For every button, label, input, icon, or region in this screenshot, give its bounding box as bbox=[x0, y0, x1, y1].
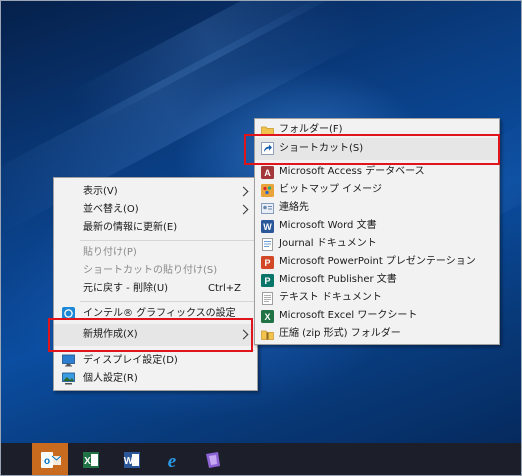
taskbar: o X W e bbox=[0, 443, 522, 476]
taskbar-edge[interactable]: e bbox=[153, 443, 189, 476]
menu-separator bbox=[80, 301, 255, 302]
chevron-right-icon bbox=[238, 186, 249, 197]
menu-item-label: ディスプレイ設定(D) bbox=[83, 355, 178, 366]
submenu-item-access[interactable]: A Microsoft Access データベース bbox=[255, 163, 499, 181]
submenu-item-powerpoint[interactable]: P Microsoft PowerPoint プレゼンテーション bbox=[255, 253, 499, 271]
excel-icon: X bbox=[261, 310, 274, 323]
submenu-item-label: Microsoft Publisher 文書 bbox=[279, 274, 397, 285]
submenu-item-contact[interactable]: 連絡先 bbox=[255, 199, 499, 217]
personalize-icon bbox=[62, 372, 75, 385]
display-icon bbox=[62, 354, 75, 367]
svg-text:A: A bbox=[264, 168, 271, 178]
chevron-right-icon bbox=[238, 204, 249, 215]
submenu-item-label: ビットマップ イメージ bbox=[279, 184, 382, 195]
taskbar-word[interactable]: W bbox=[113, 443, 149, 476]
submenu-item-zip-folder[interactable]: 圧縮 (zip 形式) フォルダー bbox=[255, 325, 499, 343]
svg-text:X: X bbox=[264, 312, 270, 322]
taskbar-visual-studio[interactable] bbox=[194, 443, 230, 476]
visual-studio-icon bbox=[206, 452, 220, 468]
svg-text:X: X bbox=[84, 456, 91, 467]
bitmap-icon bbox=[261, 184, 274, 197]
word-icon: W bbox=[124, 452, 140, 468]
submenu-item-text-document[interactable]: テキスト ドキュメント bbox=[255, 289, 499, 307]
taskbar-outlook[interactable]: o bbox=[32, 443, 68, 476]
submenu-item-label: Microsoft PowerPoint プレゼンテーション bbox=[279, 256, 476, 267]
menu-item-personalize[interactable]: 個人設定(R) bbox=[54, 370, 257, 388]
submenu-item-word[interactable]: W Microsoft Word 文書 bbox=[255, 217, 499, 235]
svg-text:W: W bbox=[263, 222, 272, 232]
menu-item-display-settings[interactable]: ディスプレイ設定(D) bbox=[54, 352, 257, 370]
submenu-item-label: 圧縮 (zip 形式) フォルダー bbox=[279, 328, 401, 339]
menu-item-label: ショートカットの貼り付け(S) bbox=[83, 265, 218, 276]
excel-icon: X bbox=[83, 452, 99, 468]
menu-item-undo-delete[interactable]: 元に戻す - 削除(U) Ctrl+Z bbox=[54, 280, 257, 298]
menu-item-refresh[interactable]: 最新の情報に更新(E) bbox=[54, 219, 257, 237]
submenu-item-label: Microsoft Access データベース bbox=[279, 166, 425, 177]
svg-text:P: P bbox=[264, 276, 270, 286]
menu-item-label: 最新の情報に更新(E) bbox=[83, 222, 178, 233]
menu-separator bbox=[80, 240, 255, 241]
submenu-item-publisher[interactable]: P Microsoft Publisher 文書 bbox=[255, 271, 499, 289]
access-icon: A bbox=[261, 166, 274, 179]
menu-item-view[interactable]: 表示(V) bbox=[54, 183, 257, 201]
zip-folder-icon bbox=[261, 328, 274, 341]
text-document-icon bbox=[261, 292, 274, 305]
submenu-item-label: テキスト ドキュメント bbox=[279, 292, 382, 303]
submenu-item-label: Microsoft Excel ワークシート bbox=[279, 310, 418, 321]
callout-new-item bbox=[48, 318, 253, 352]
svg-text:W: W bbox=[124, 456, 134, 467]
menu-item-label: 並べ替え(O) bbox=[83, 204, 139, 215]
svg-text:o: o bbox=[44, 456, 50, 467]
menu-item-shortcut: Ctrl+Z bbox=[207, 283, 241, 294]
callout-shortcut-item bbox=[244, 134, 500, 165]
svg-text:P: P bbox=[264, 258, 270, 268]
menu-item-paste-shortcut[interactable]: ショートカットの貼り付け(S) bbox=[54, 262, 257, 280]
menu-item-label: 表示(V) bbox=[83, 186, 118, 197]
submenu-item-label: Microsoft Word 文書 bbox=[279, 220, 377, 231]
taskbar-excel[interactable]: X bbox=[72, 443, 108, 476]
menu-item-paste[interactable]: 貼り付け(P) bbox=[54, 244, 257, 262]
outlook-icon: o bbox=[41, 452, 61, 468]
submenu-item-label: Journal ドキュメント bbox=[279, 238, 377, 249]
menu-item-label: 元に戻す - 削除(U) bbox=[83, 283, 169, 294]
menu-item-label: 個人設定(R) bbox=[83, 373, 138, 384]
journal-icon bbox=[261, 238, 274, 251]
desktop-context-menu: 表示(V) 並べ替え(O) 最新の情報に更新(E) 貼り付け(P) ショートカッ… bbox=[53, 177, 258, 391]
word-icon: W bbox=[261, 220, 274, 233]
submenu-item-bitmap[interactable]: ビットマップ イメージ bbox=[255, 181, 499, 199]
menu-item-sort[interactable]: 並べ替え(O) bbox=[54, 201, 257, 219]
submenu-item-journal[interactable]: Journal ドキュメント bbox=[255, 235, 499, 253]
publisher-icon: P bbox=[261, 274, 274, 287]
contact-icon bbox=[261, 202, 274, 215]
menu-item-label: 貼り付け(P) bbox=[83, 247, 137, 258]
powerpoint-icon: P bbox=[261, 256, 274, 269]
edge-icon: e bbox=[168, 451, 177, 470]
svg-text:e: e bbox=[168, 451, 177, 470]
submenu-item-excel[interactable]: X Microsoft Excel ワークシート bbox=[255, 307, 499, 325]
submenu-item-label: 連絡先 bbox=[279, 202, 309, 213]
